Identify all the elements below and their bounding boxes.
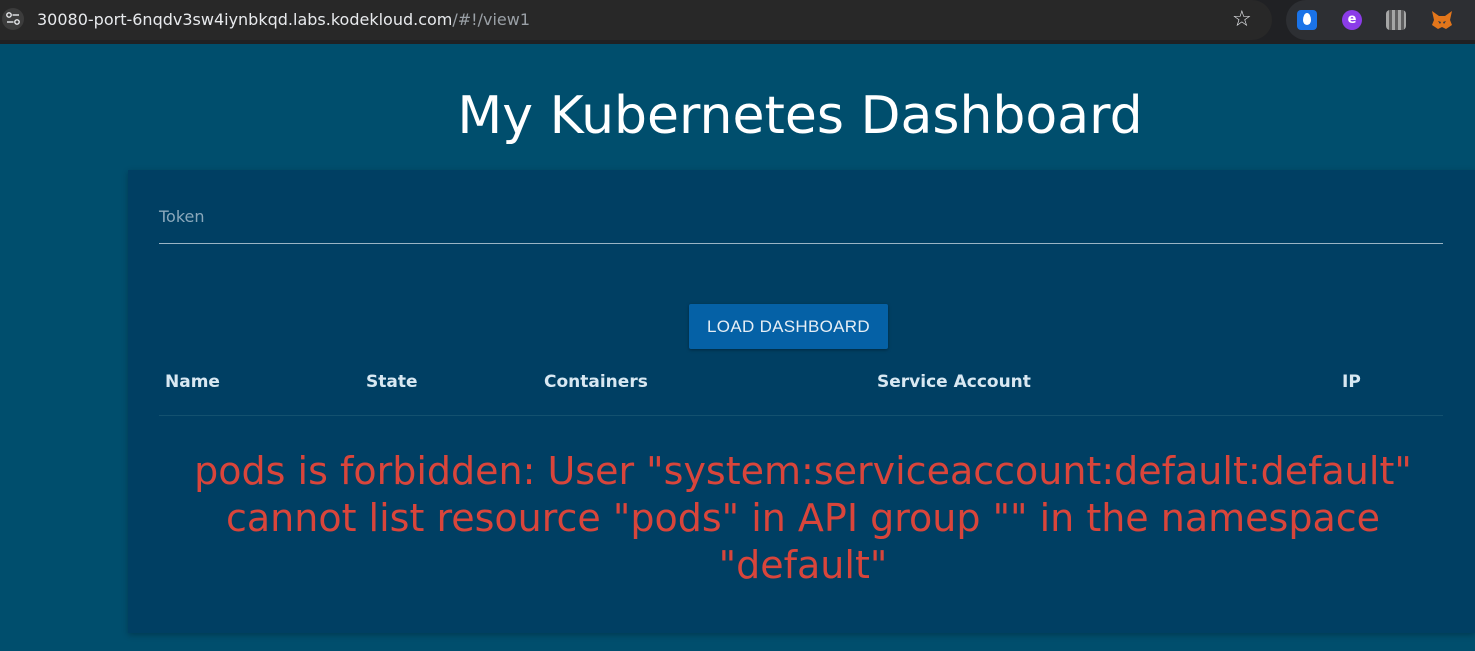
column-header-service-account: Service Account (877, 372, 1031, 392)
token-input[interactable] (159, 200, 1443, 244)
error-message: pods is forbidden: User "system:servicea… (194, 449, 1412, 587)
column-header-state: State (366, 372, 418, 392)
page-title: My Kubernetes Dashboard (457, 86, 1143, 146)
column-header-name: Name (165, 372, 220, 392)
water-drop-extension-icon[interactable] (1297, 10, 1317, 30)
load-dashboard-button[interactable]: LOAD DASHBOARD (689, 304, 888, 349)
column-header-containers: Containers (544, 372, 648, 392)
pods-table-header: Name State Containers Service Account IP (159, 366, 1443, 416)
url-path: /#!/view1 (452, 10, 530, 29)
star-icon[interactable]: ☆ (1232, 8, 1252, 32)
url-host: 30080-port-6nqdv3sw4iynbkqd.labs.kodeklo… (37, 10, 453, 29)
site-info-icon[interactable] (2, 8, 24, 30)
column-header-ip: IP (1342, 372, 1361, 392)
e-extension-icon[interactable]: e (1342, 10, 1362, 30)
fox-extension-icon[interactable] (1431, 10, 1452, 30)
dashboard-card: Token LOAD DASHBOARD Name State Containe… (128, 170, 1475, 633)
address-bar[interactable]: 30080-port-6nqdv3sw4iynbkqd.labs.kodeklo… (0, 0, 1272, 40)
url-text[interactable]: 30080-port-6nqdv3sw4iynbkqd.labs.kodeklo… (37, 10, 530, 29)
browser-toolbar: 30080-port-6nqdv3sw4iynbkqd.labs.kodeklo… (0, 0, 1475, 44)
qr-extension-icon[interactable] (1386, 10, 1406, 30)
